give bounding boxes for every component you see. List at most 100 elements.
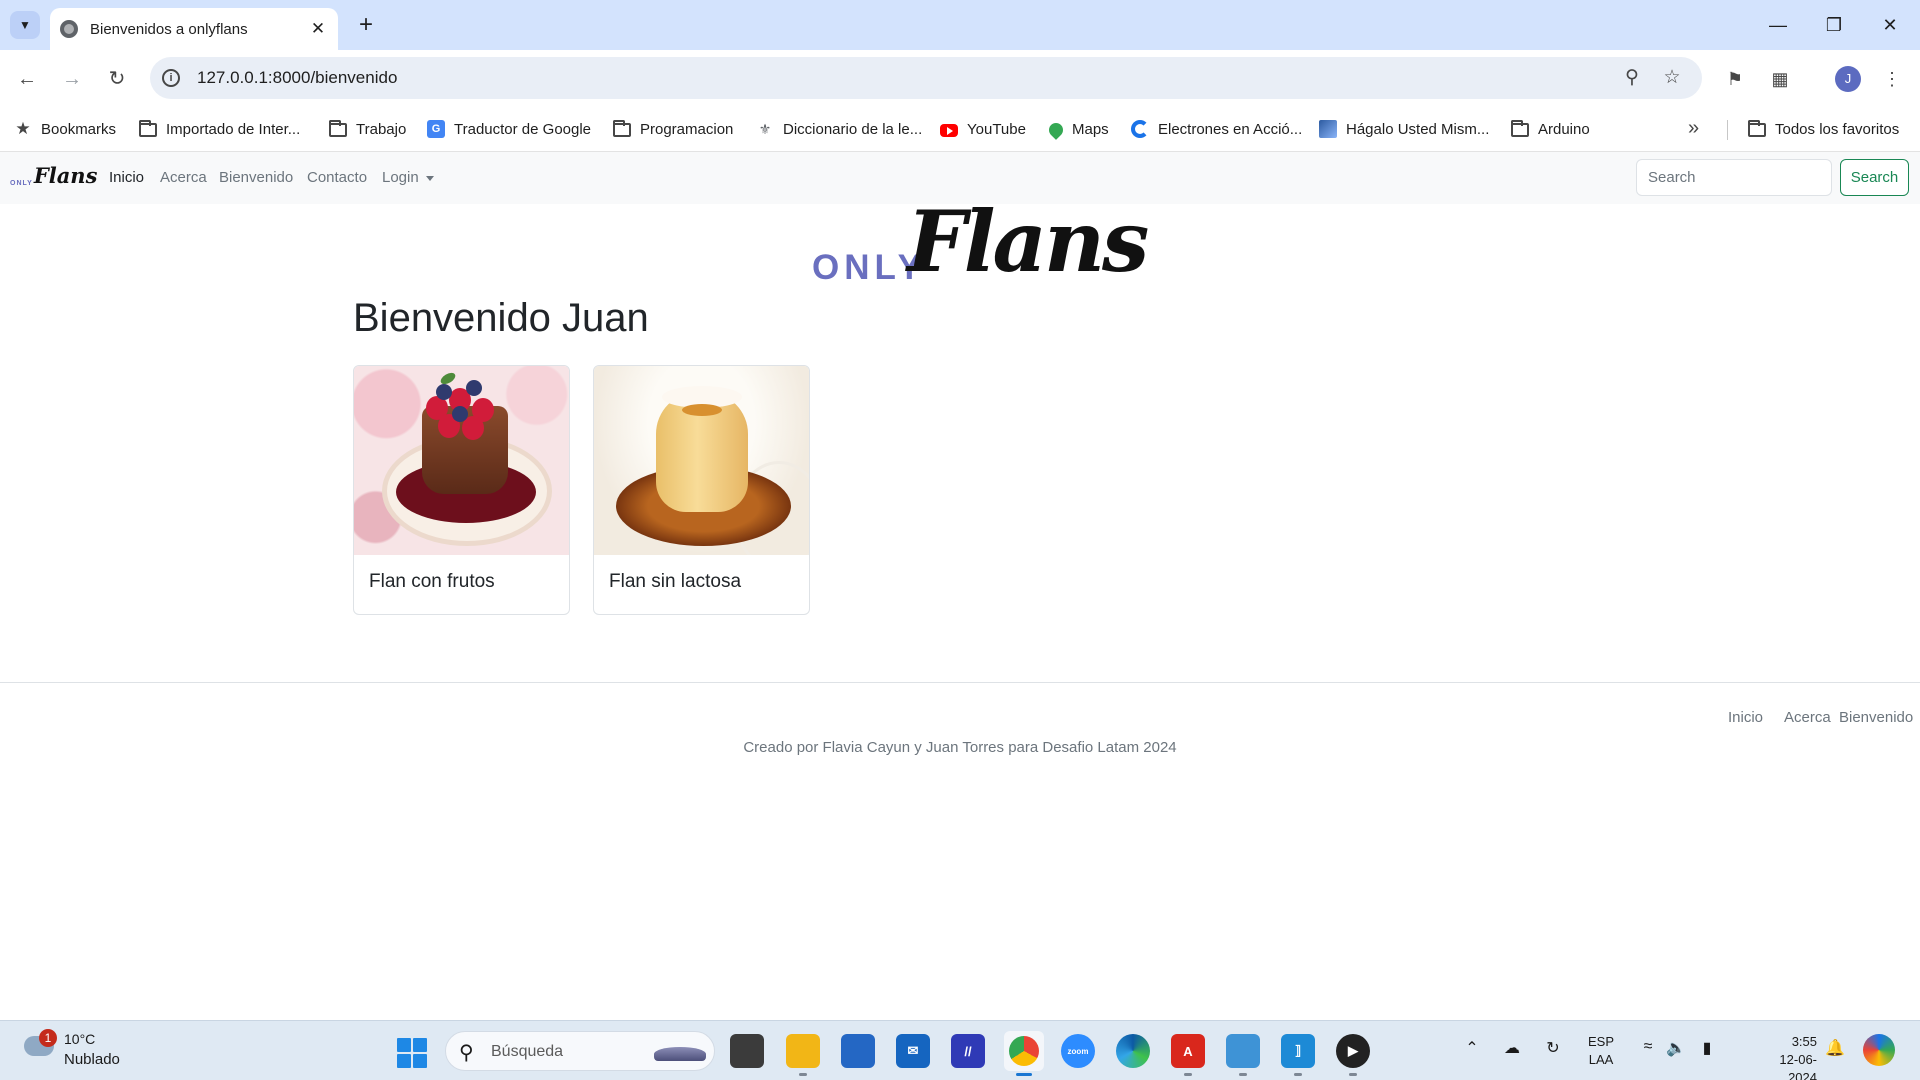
caramel-drip-shape [682, 404, 722, 416]
close-tab-icon[interactable]: ✕ [308, 19, 328, 39]
bookmark-item[interactable]: Maps [1046, 117, 1109, 141]
nav-acerca[interactable]: Acerca [160, 169, 207, 186]
chevron-up-icon[interactable]: ⌃ [1460, 1038, 1484, 1058]
zoom-icon[interactable]: ⚲ [1620, 66, 1644, 90]
task-view-icon[interactable] [730, 1034, 764, 1068]
edge-icon[interactable] [1116, 1034, 1150, 1068]
bookmark-label: Diccionario de la le... [783, 120, 923, 138]
more-bookmarks-icon[interactable]: » [1688, 117, 1699, 140]
extensions-icon[interactable]: ▦ [1766, 65, 1794, 93]
cloud-sync-icon[interactable]: ☁ [1500, 1038, 1524, 1058]
chrome-icon[interactable] [1004, 1031, 1044, 1071]
bookmark-label: Hágalo Usted Mism... [1346, 120, 1490, 138]
start-tile [413, 1054, 427, 1068]
active-tab[interactable]: Bienvenidos a onlyflans ✕ [50, 8, 338, 50]
volume-icon[interactable]: 🔈 [1664, 1038, 1688, 1058]
footer-link-inicio[interactable]: Inicio [1728, 709, 1763, 726]
bookmark-item[interactable]: ★ Bookmarks [14, 117, 116, 141]
site-search-button[interactable]: Search [1840, 159, 1909, 196]
file-explorer-icon[interactable] [786, 1034, 820, 1068]
bookmark-item[interactable]: G Traductor de Google [427, 117, 591, 141]
nav-inicio[interactable]: Inicio [109, 169, 144, 186]
running-indicator [1294, 1073, 1302, 1076]
media-player-icon[interactable]: ▶ [1336, 1034, 1370, 1068]
search-icon: ⚲ [459, 1042, 474, 1064]
ms-store-icon[interactable] [841, 1034, 875, 1068]
clock-date: 12-06-2024 [1779, 1052, 1817, 1080]
new-tab-button[interactable]: + [352, 10, 380, 40]
close-window-button[interactable]: ✕ [1870, 10, 1910, 40]
sync-icon[interactable]: ↻ [1541, 1038, 1565, 1058]
address-bar[interactable]: i 127.0.0.1:8000/bienvenido ⚲ ☆ [150, 57, 1702, 99]
app-icon[interactable]: // [951, 1034, 985, 1068]
forward-button[interactable]: → [57, 64, 87, 94]
flag-icon[interactable]: ⚑ [1721, 65, 1749, 93]
nav-contacto[interactable]: Contacto [307, 169, 367, 186]
chevron-down-icon: ▼ [19, 18, 31, 32]
navbar-brand-logo[interactable]: ONLY Flans [10, 163, 98, 188]
blueberry-shape [452, 406, 468, 422]
tab-search-button[interactable]: ▼ [10, 11, 40, 39]
bookmark-label: Maps [1072, 120, 1109, 138]
bookmark-label: Bookmarks [41, 120, 117, 138]
paint-icon[interactable] [1226, 1034, 1260, 1068]
flan-card[interactable]: Flan sin lactosa [593, 365, 810, 615]
notification-badge: 1 [39, 1029, 57, 1047]
system-clock[interactable]: 3:55 12-06-2024 [1755, 1033, 1817, 1080]
folder-icon [1748, 120, 1766, 137]
bookmark-item[interactable]: Hágalo Usted Mism... [1319, 117, 1489, 141]
flan-card[interactable]: Flan con frutos [353, 365, 570, 615]
bookmark-item[interactable]: YouTube [940, 117, 1026, 141]
bookmark-label: Electrones en Acció... [1158, 120, 1303, 138]
bookmark-star-icon[interactable]: ☆ [1660, 66, 1684, 90]
bookmark-item[interactable]: ⚜ Diccionario de la le... [756, 117, 923, 141]
nav-bienvenido[interactable]: Bienvenido [219, 169, 293, 186]
windows-start-button[interactable] [397, 1038, 427, 1068]
star-icon: ★ [15, 119, 31, 138]
acrobat-icon[interactable]: A [1171, 1034, 1205, 1068]
copilot-icon[interactable] [1863, 1034, 1895, 1066]
vscode-icon[interactable]: ⟧ [1281, 1034, 1315, 1068]
mail-icon[interactable]: ✉ [896, 1034, 930, 1068]
bookmarks-divider [1727, 120, 1728, 140]
minimize-button[interactable]: — [1758, 10, 1798, 40]
nav-login-dropdown[interactable]: Login [382, 169, 434, 186]
all-bookmarks-folder[interactable]: Todos los favoritos [1748, 117, 1899, 141]
bookmark-item[interactable]: Programacion [613, 117, 733, 141]
battery-icon[interactable]: ▮ [1695, 1038, 1719, 1058]
site-icon [1319, 120, 1337, 138]
bookmark-label: Trabajo [356, 120, 407, 138]
language-indicator[interactable]: ESP LAA [1588, 1033, 1614, 1069]
start-tile [397, 1054, 411, 1068]
running-indicator [1349, 1073, 1357, 1076]
rae-icon: ⚜ [758, 121, 772, 137]
footer-link-bienvenido[interactable]: Bienvenido [1839, 709, 1913, 726]
weather-temperature[interactable]: 10°C [64, 1031, 95, 1047]
brand-flans-text: Flans [33, 163, 98, 188]
notifications-bell-icon[interactable]: 🔔 [1823, 1038, 1847, 1058]
bookmark-item[interactable]: Electrones en Acció... [1131, 117, 1302, 141]
blueberry-shape [466, 380, 482, 396]
bookmark-item[interactable]: Importado de Inter... [139, 117, 300, 141]
url-text[interactable]: 127.0.0.1:8000/bienvenido [197, 68, 397, 88]
running-indicator [799, 1073, 807, 1076]
taskbar: 1 10°C Nublado ⚲ Búsqueda ✉ // zoom A ⟧ … [0, 1020, 1920, 1080]
footer-link-acerca[interactable]: Acerca [1784, 709, 1831, 726]
site-info-icon[interactable]: i [162, 69, 180, 87]
bookmark-item[interactable]: Arduino [1511, 117, 1590, 141]
back-button[interactable]: ← [12, 64, 42, 94]
wifi-icon[interactable]: ≈ [1636, 1038, 1660, 1056]
profile-avatar[interactable]: J [1835, 66, 1861, 92]
chrome-logo [1009, 1036, 1039, 1066]
taskbar-search[interactable]: ⚲ Búsqueda [445, 1031, 715, 1071]
reload-button[interactable]: ↻ [102, 64, 132, 94]
keyboard-layout: LAA [1588, 1052, 1614, 1067]
zoom-icon[interactable]: zoom [1061, 1034, 1095, 1068]
maps-icon [1046, 120, 1066, 140]
menu-kebab-icon[interactable]: ⋮ [1878, 65, 1906, 93]
site-search-input[interactable] [1636, 159, 1832, 196]
bookmark-item[interactable]: Trabajo [329, 117, 406, 141]
globe-icon [60, 20, 78, 38]
weather-description[interactable]: Nublado [64, 1051, 120, 1068]
restore-button[interactable]: ❐ [1814, 10, 1854, 40]
